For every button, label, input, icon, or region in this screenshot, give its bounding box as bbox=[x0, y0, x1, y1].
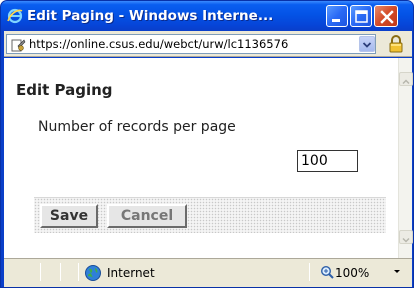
ie-logo-icon bbox=[7, 8, 23, 24]
page-security-icon bbox=[11, 39, 26, 52]
address-bar: https://online.csus.edu/webct/urw/lc1136… bbox=[4, 31, 412, 57]
zoom-level[interactable]: 100% bbox=[335, 264, 369, 282]
chevron-down-icon bbox=[362, 42, 372, 48]
zoom-dropdown-icon[interactable] bbox=[392, 268, 402, 276]
status-separator bbox=[60, 263, 61, 281]
button-bar: Save Cancel bbox=[34, 197, 386, 233]
close-button[interactable] bbox=[374, 5, 398, 27]
records-per-page-label: Number of records per page bbox=[38, 119, 236, 135]
address-dropdown-button[interactable] bbox=[359, 36, 375, 52]
magnifier-icon[interactable] bbox=[320, 265, 334, 279]
browser-window: Edit Paging - Windows Interne... https:/… bbox=[0, 0, 414, 288]
chevron-up-icon bbox=[402, 79, 410, 85]
window-title: Edit Paging - Windows Interne... bbox=[27, 8, 274, 24]
save-button[interactable]: Save bbox=[40, 204, 98, 228]
records-per-page-input[interactable] bbox=[297, 150, 358, 172]
status-separator bbox=[309, 263, 310, 281]
address-url: https://online.csus.edu/webct/urw/lc1136… bbox=[29, 37, 289, 51]
vertical-scrollbar[interactable] bbox=[398, 58, 413, 258]
address-field[interactable]: https://online.csus.edu/webct/urw/lc1136… bbox=[6, 34, 376, 54]
close-icon bbox=[380, 10, 394, 24]
maximize-icon bbox=[355, 10, 368, 23]
scroll-up-button[interactable] bbox=[399, 72, 413, 86]
title-bar[interactable]: Edit Paging - Windows Interne... bbox=[1, 1, 413, 31]
page-title: Edit Paging bbox=[16, 81, 113, 99]
chevron-down-icon bbox=[402, 237, 410, 243]
security-zone-label: Internet bbox=[107, 266, 155, 280]
status-separator bbox=[78, 263, 79, 281]
maximize-button[interactable] bbox=[350, 5, 372, 27]
minimize-icon bbox=[332, 19, 340, 22]
padlock-icon[interactable] bbox=[387, 34, 405, 54]
page-content: Edit Paging Number of records per page S… bbox=[4, 58, 413, 258]
scroll-down-button[interactable] bbox=[399, 230, 413, 244]
minimize-button[interactable] bbox=[326, 5, 348, 27]
cancel-button[interactable]: Cancel bbox=[107, 204, 187, 228]
internet-globe-icon bbox=[85, 265, 101, 281]
status-separator bbox=[40, 263, 41, 281]
status-bar: Internet 100% bbox=[4, 258, 412, 287]
